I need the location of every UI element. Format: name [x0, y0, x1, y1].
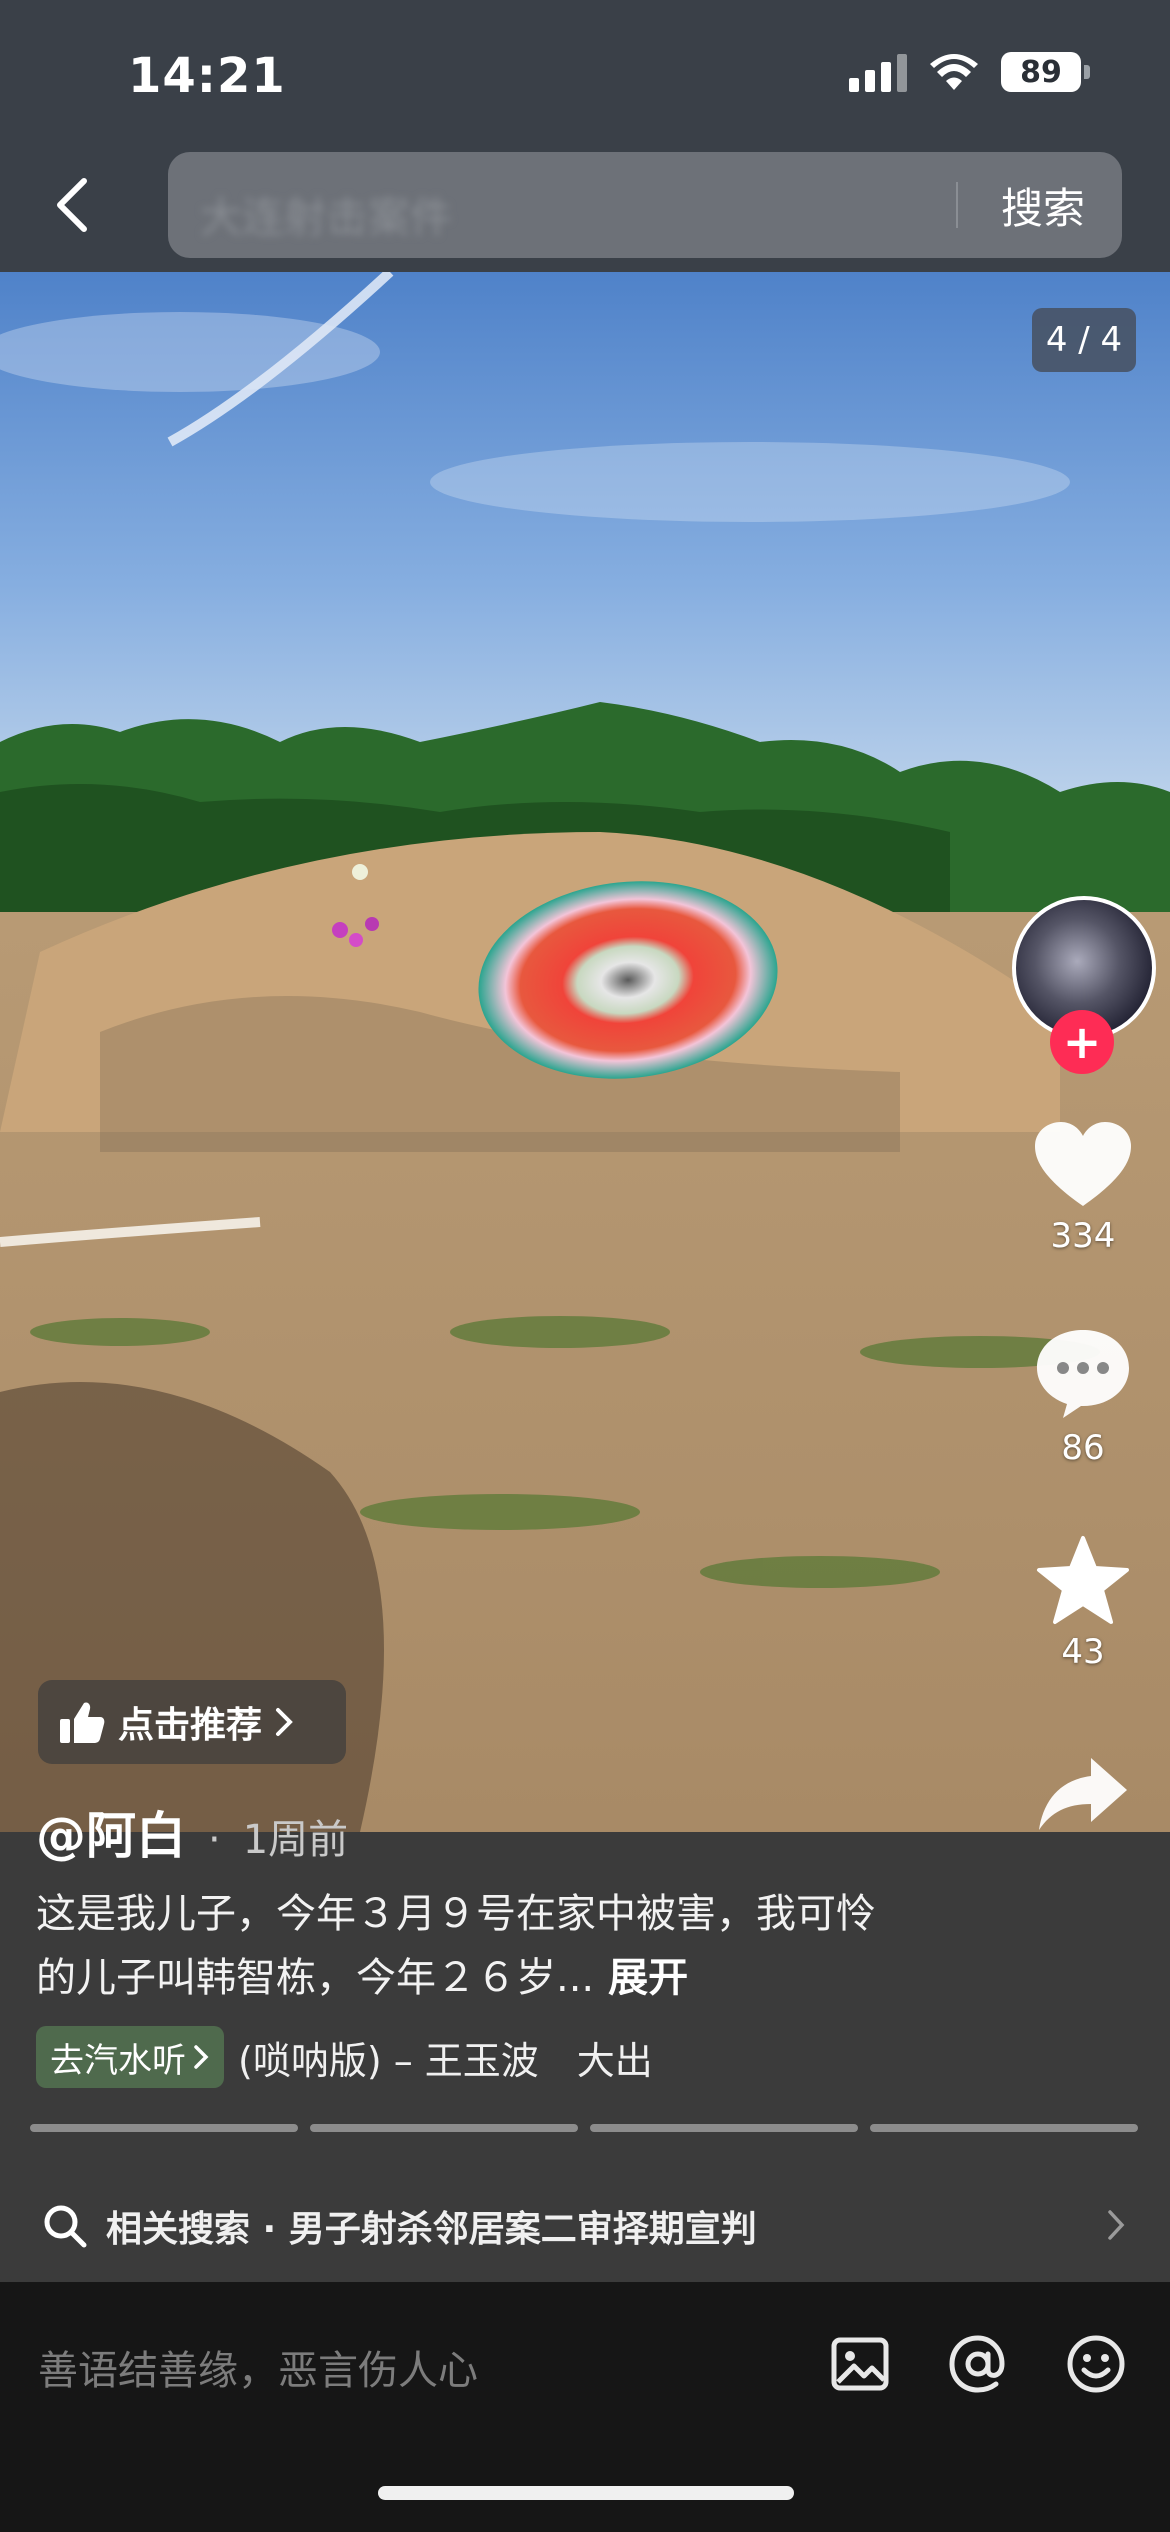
emoji-icon[interactable]: [1064, 2332, 1128, 2396]
related-search-label: 相关搜索 · 男子射杀邻居案二审择期宣判: [106, 2209, 757, 2250]
progress-segment: [870, 2124, 1138, 2132]
comment-input[interactable]: 善语结善缘，恶言伤人心: [38, 2338, 478, 2396]
search-icon: [44, 2205, 87, 2248]
status-icons: 89: [849, 52, 1090, 92]
at-icon[interactable]: [946, 2332, 1010, 2396]
post-description[interactable]: 这是我儿子，今年３月９号在家中被害，我可怜的儿子叫韩智栋，今年２６岁... 展开: [36, 1882, 896, 2010]
star-icon: [1037, 1536, 1129, 1624]
image-icon[interactable]: [828, 2332, 892, 2396]
share-icon: [1039, 1758, 1127, 1830]
home-indicator[interactable]: [378, 2486, 794, 2500]
description-text: 这是我儿子，今年３月９号在家中被害，我可怜的儿子叫韩智栋，今年２６岁...: [36, 1891, 876, 2001]
search-button[interactable]: 搜索: [978, 172, 1108, 238]
recommend-button[interactable]: 点击推荐: [38, 1680, 346, 1764]
search-input[interactable]: 大连射击案件 搜索: [168, 152, 1122, 258]
post-author-row: @阿白 · 1周前: [36, 1796, 348, 1868]
separator-dot: ·: [208, 1817, 221, 1863]
expand-button[interactable]: 展开: [608, 1955, 688, 2001]
heart-icon: [1035, 1122, 1131, 1206]
status-bar: 14:21 89: [0, 0, 1170, 150]
chevron-right-icon: [276, 1708, 293, 1736]
comment-button[interactable]: 86: [1018, 1326, 1148, 1468]
thumbs-up-icon: [60, 1702, 105, 1743]
comment-icon: [1037, 1330, 1129, 1418]
signal-icon: [849, 52, 907, 92]
music-tag-label: 去汽水听: [50, 2040, 186, 2081]
favorite-count: 43: [1061, 1632, 1105, 1672]
progress-segment: [310, 2124, 578, 2132]
progress-segment: [590, 2124, 858, 2132]
like-button[interactable]: 334: [1018, 1120, 1148, 1256]
comment-count: 86: [1061, 1428, 1105, 1468]
recommend-label: 点击推荐: [118, 1705, 263, 1746]
music-source-tag[interactable]: 去汽水听: [36, 2026, 224, 2088]
battery-level: 89: [1001, 52, 1081, 92]
like-count: 334: [1050, 1216, 1116, 1256]
grave-mound-photo: [0, 272, 1170, 1832]
post-photo[interactable]: [0, 272, 1170, 1832]
chevron-right-icon: [194, 2045, 209, 2069]
page-indicator: 4 / 4: [1032, 308, 1136, 372]
follow-button[interactable]: +: [1050, 1010, 1114, 1074]
favorite-button[interactable]: 43: [1018, 1534, 1148, 1672]
search-placeholder: 大连射击案件: [200, 193, 453, 242]
progress-segment: [30, 2124, 298, 2132]
author-name[interactable]: @阿白: [36, 1796, 186, 1868]
post-time: 1周前: [242, 1817, 349, 1863]
music-row[interactable]: 去汽水听 (唢呐版) – 王玉波 大出: [36, 2026, 718, 2088]
back-icon: [57, 178, 87, 232]
chevron-right-icon: [1108, 2210, 1125, 2240]
image-progress-bar: [30, 2124, 1138, 2132]
related-search-bar[interactable]: 相关搜索 · 男子射杀邻居案二审择期宣判: [0, 2172, 1170, 2280]
music-title: (唢呐版) – 王玉波 大出: [238, 2038, 653, 2083]
back-button[interactable]: [40, 170, 104, 240]
status-time: 14:21: [128, 48, 286, 104]
top-header: 大连射击案件 搜索: [0, 140, 1170, 272]
wifi-icon: [930, 54, 978, 90]
battery-icon: 89: [1001, 52, 1090, 92]
search-divider: [956, 182, 958, 228]
